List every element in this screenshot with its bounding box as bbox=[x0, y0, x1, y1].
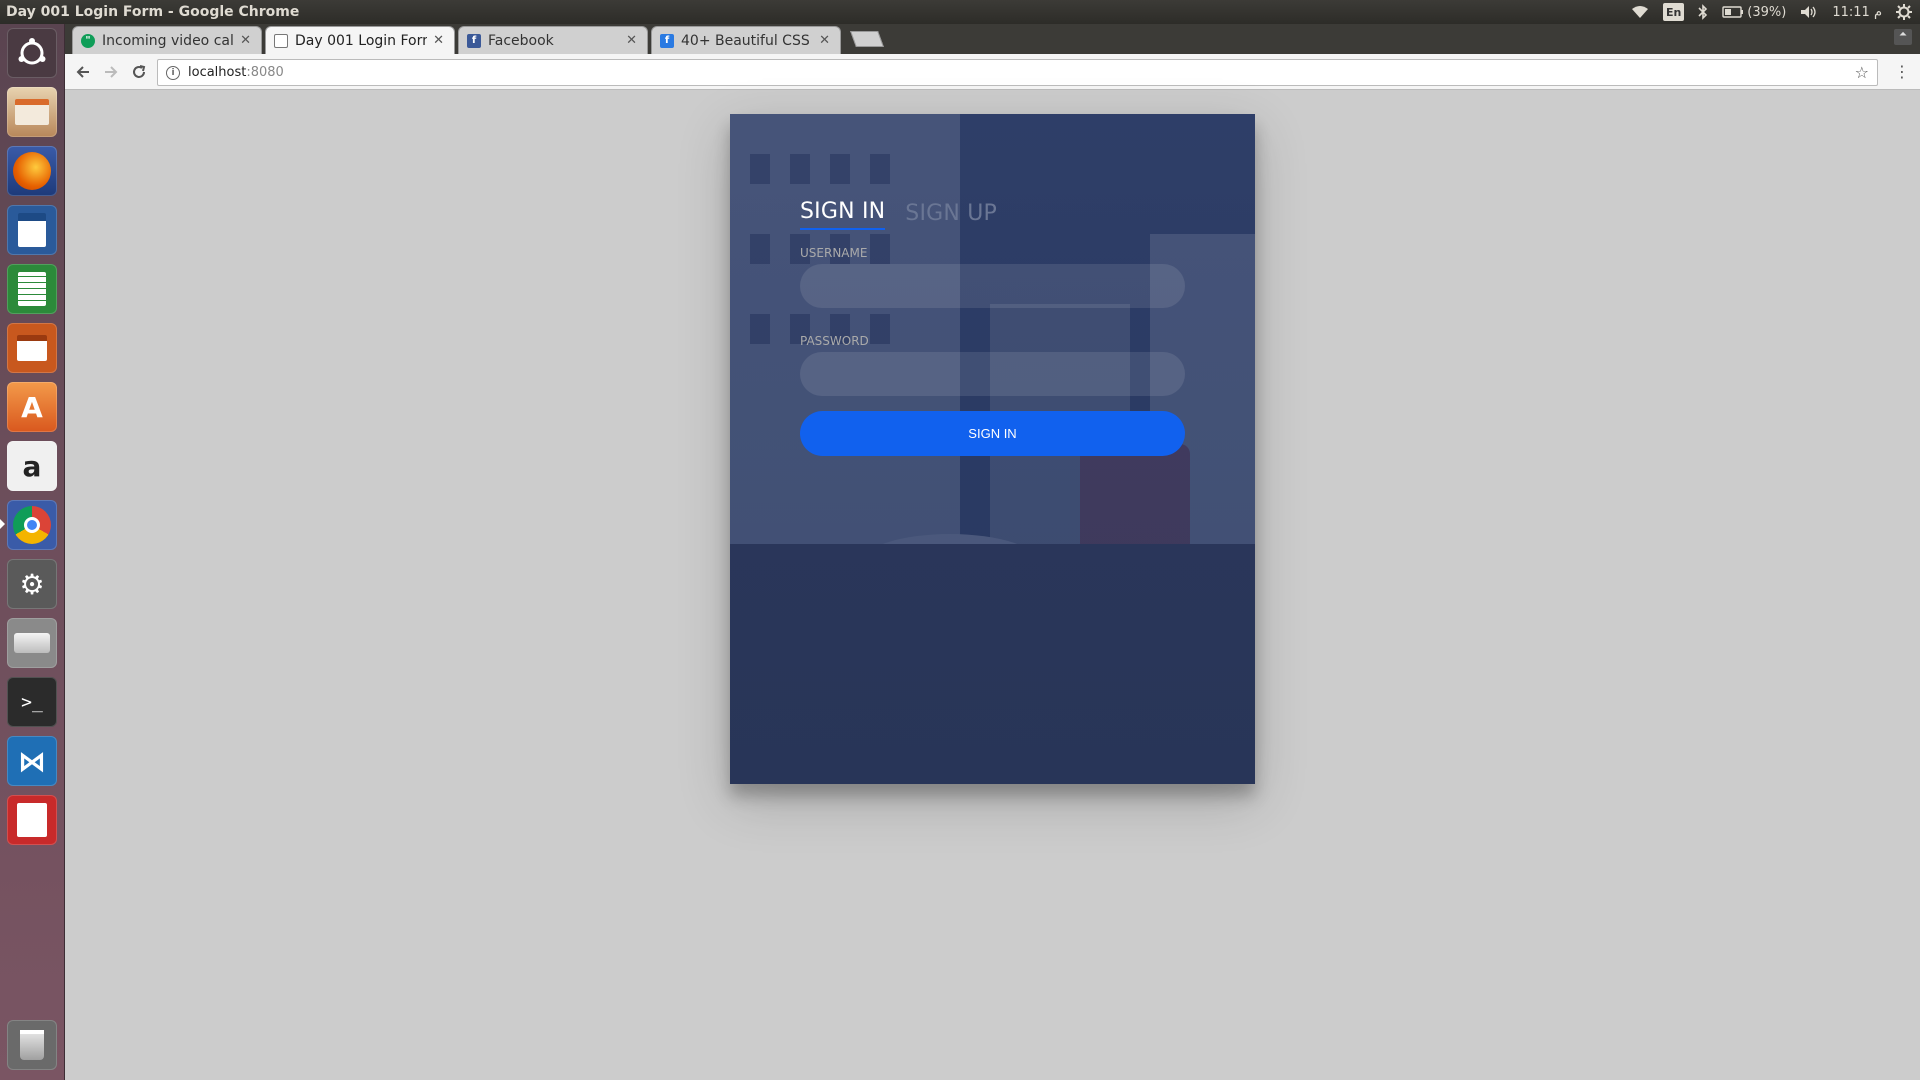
system-settings-icon: ⚙ bbox=[19, 567, 45, 601]
form-tabs: Sign In Sign Up bbox=[800, 199, 1185, 230]
session-gear-icon[interactable] bbox=[1896, 3, 1912, 21]
tab-sign-up[interactable]: Sign Up bbox=[905, 201, 997, 230]
vscode-icon: ⋈ bbox=[18, 744, 46, 778]
libreoffice-calc-icon bbox=[18, 272, 46, 306]
battery-percent: (39%) bbox=[1747, 4, 1787, 20]
libreoffice-impress-icon bbox=[17, 335, 47, 361]
amazon-icon: a bbox=[22, 449, 42, 483]
url-port: :8080 bbox=[246, 65, 284, 80]
tab-sign-in[interactable]: Sign In bbox=[800, 199, 886, 230]
volume-icon[interactable] bbox=[1800, 3, 1818, 21]
drive-icon bbox=[14, 633, 50, 653]
profile-icon[interactable]: ⏶ bbox=[1894, 29, 1912, 45]
chrome-menu-icon[interactable]: ⋮ bbox=[1894, 62, 1910, 81]
username-input[interactable] bbox=[800, 264, 1185, 308]
document-viewer-icon bbox=[17, 803, 47, 837]
tab-incoming-video-call[interactable]: " Incoming video call ✕ bbox=[72, 26, 262, 54]
document-viewer-button[interactable] bbox=[7, 795, 57, 845]
trash-button[interactable] bbox=[7, 1020, 57, 1070]
username-label: Username bbox=[800, 246, 868, 260]
browser-toolbar: i localhost:8080 ☆ ⋮ bbox=[65, 54, 1920, 90]
close-icon[interactable]: ✕ bbox=[240, 33, 251, 48]
top-panel: Day 001 Login Form - Google Chrome En (3… bbox=[0, 0, 1920, 24]
calc-button[interactable] bbox=[7, 264, 57, 314]
battery-indicator[interactable]: (39%) bbox=[1722, 3, 1786, 21]
firefox-button[interactable] bbox=[7, 146, 57, 196]
writer-button[interactable] bbox=[7, 205, 57, 255]
freefrontend-icon: f bbox=[660, 33, 674, 48]
system-settings-button[interactable]: ⚙ bbox=[7, 559, 57, 609]
close-icon[interactable]: ✕ bbox=[433, 33, 444, 48]
active-app-indicator bbox=[0, 519, 5, 529]
drive-button[interactable] bbox=[7, 618, 57, 668]
close-icon[interactable]: ✕ bbox=[626, 33, 637, 48]
new-tab-button[interactable] bbox=[850, 31, 884, 47]
tab-label: Day 001 Login Form bbox=[295, 32, 428, 49]
bookmark-star-icon[interactable]: ☆ bbox=[1855, 63, 1869, 82]
libreoffice-writer-icon bbox=[18, 213, 46, 247]
tab-label: 40+ Beautiful CSS Si bbox=[681, 32, 814, 49]
impress-button[interactable] bbox=[7, 323, 57, 373]
battery-icon bbox=[1722, 6, 1744, 18]
files-icon bbox=[15, 99, 49, 125]
keyboard-layout-indicator[interactable]: En bbox=[1662, 3, 1685, 21]
url-host: localhost bbox=[188, 65, 247, 80]
trash-icon bbox=[20, 1030, 44, 1060]
chrome-button[interactable] bbox=[7, 500, 57, 550]
system-tray: En (39%) م 11:11 bbox=[1631, 0, 1912, 24]
page-viewport: Sign In Sign Up Username Password Sign I… bbox=[65, 90, 1920, 1080]
chrome-window: " Incoming video call ✕ Day 001 Login Fo… bbox=[65, 24, 1920, 1080]
software-center-icon: A bbox=[21, 390, 43, 424]
tab-label: Facebook bbox=[488, 32, 554, 49]
hangouts-icon: " bbox=[81, 33, 95, 48]
amazon-button[interactable]: a bbox=[7, 441, 57, 491]
firefox-icon bbox=[13, 152, 51, 190]
tab-label: Incoming video call bbox=[102, 32, 235, 49]
tab-strip: " Incoming video call ✕ Day 001 Login Fo… bbox=[65, 24, 1920, 54]
back-arrow-icon bbox=[76, 66, 89, 78]
tab-facebook[interactable]: f Facebook ✕ bbox=[458, 26, 648, 54]
unity-launcher: A a ⚙ >_ ⋈ bbox=[0, 24, 65, 1080]
tab-day-001-login-form[interactable]: Day 001 Login Form ✕ bbox=[265, 26, 455, 54]
forward-arrow-icon bbox=[105, 66, 118, 78]
software-center-button[interactable]: A bbox=[7, 382, 57, 432]
wifi-icon[interactable] bbox=[1631, 3, 1649, 21]
login-form: Sign In Sign Up Username Password Sign I… bbox=[800, 199, 1185, 456]
terminal-icon: >_ bbox=[21, 691, 43, 713]
password-input[interactable] bbox=[800, 352, 1185, 396]
vscode-button[interactable]: ⋈ bbox=[7, 736, 57, 786]
window-title: Day 001 Login Form - Google Chrome bbox=[6, 4, 300, 20]
clock[interactable]: م 11:11 bbox=[1832, 3, 1882, 21]
forward-button[interactable] bbox=[99, 60, 123, 84]
login-card: Sign In Sign Up Username Password Sign I… bbox=[730, 114, 1255, 784]
ubuntu-dash-button[interactable] bbox=[7, 28, 57, 78]
reload-icon bbox=[133, 65, 146, 78]
bluetooth-icon[interactable] bbox=[1698, 3, 1708, 21]
password-label: Password bbox=[800, 334, 869, 348]
page-icon bbox=[274, 33, 288, 48]
sign-in-button[interactable]: Sign In bbox=[800, 411, 1185, 456]
back-button[interactable] bbox=[71, 60, 95, 84]
tab-css-signup-forms[interactable]: f 40+ Beautiful CSS Si ✕ bbox=[651, 26, 841, 54]
ubuntu-dash-icon bbox=[18, 38, 46, 65]
terminal-button[interactable]: >_ bbox=[7, 677, 57, 727]
close-icon[interactable]: ✕ bbox=[819, 33, 830, 48]
facebook-icon: f bbox=[467, 33, 481, 48]
address-bar[interactable]: i localhost:8080 ☆ bbox=[157, 59, 1878, 86]
chrome-icon bbox=[13, 506, 51, 544]
files-button[interactable] bbox=[7, 87, 57, 137]
info-icon[interactable]: i bbox=[166, 65, 180, 80]
reload-button[interactable] bbox=[127, 60, 151, 84]
